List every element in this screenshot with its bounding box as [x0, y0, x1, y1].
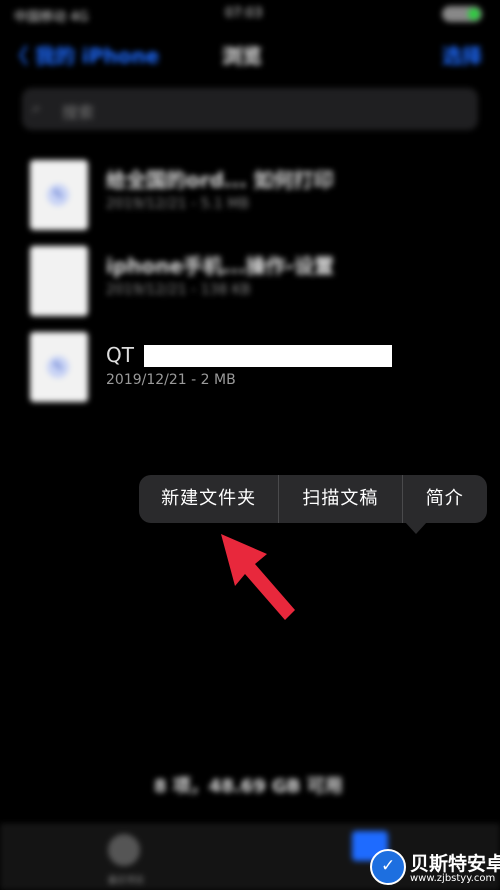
search-icon: ⌕ — [32, 98, 41, 117]
watermark-url: www.zjbstyy.com — [410, 873, 496, 884]
menu-item-info[interactable]: 简介 — [403, 475, 488, 523]
menu-item-scan-documents[interactable]: 扫描文稿 — [279, 475, 403, 523]
file-name: iphone手机...操作-设置 — [106, 254, 335, 278]
search-input[interactable]: ⌕ 搜索 — [22, 88, 478, 130]
clock-icon[interactable] — [108, 834, 140, 866]
file-meta: 2019/12/21 - 5.1 MB — [106, 196, 250, 212]
document-icon: ✎ — [30, 332, 88, 402]
watermark-logo-icon — [370, 849, 406, 885]
carrier-label: 中国移动 4G — [14, 10, 89, 25]
file-name: 给全国的ord... 如何打印 — [106, 168, 334, 192]
storage-info: 8 项，48.69 GB 可用 — [154, 776, 343, 797]
select-button[interactable]: 选择 — [442, 40, 482, 69]
document-icon — [30, 246, 88, 316]
file-meta: 2019/12/21 - 2 MB — [106, 372, 236, 388]
navigation-bar: 〈 我的 iPhone 浏览 选择 — [0, 32, 500, 76]
file-row[interactable]: ✎ 给全国的ord... 如何打印 2019/12/21 - 5.1 MB — [0, 152, 500, 232]
menu-item-new-folder[interactable]: 新建文件夹 — [139, 475, 280, 523]
file-meta: 2019/12/21 - 138 KB — [106, 282, 251, 298]
file-row[interactable]: iphone手机...操作-设置 2019/12/21 - 138 KB — [0, 238, 500, 318]
watermark: 贝斯特安卓网 www.zjbstyy.com — [370, 847, 500, 889]
watermark-name: 贝斯特安卓网 — [410, 853, 500, 875]
document-icon: ✎ — [30, 160, 88, 230]
context-menu: 新建文件夹 扫描文稿 简介 — [139, 475, 487, 523]
redaction-bar — [144, 345, 392, 367]
back-button[interactable]: 〈 我的 iPhone — [8, 40, 159, 69]
page-title: 浏览 — [222, 44, 262, 68]
red-arrow-icon — [221, 534, 295, 620]
battery-icon — [442, 6, 482, 22]
tab-recents-label: 最近项目 — [108, 876, 145, 886]
status-bar: 中国移动 4G 07:03 — [0, 0, 500, 30]
search-placeholder: 搜索 — [62, 103, 95, 122]
file-name: QT — [106, 343, 134, 367]
status-time: 07:03 — [225, 6, 263, 21]
menu-caret — [405, 522, 427, 534]
blurred-background: 中国移动 4G 07:03 〈 我的 iPhone 浏览 选择 ⌕ 搜索 ✎ 给… — [0, 0, 500, 890]
